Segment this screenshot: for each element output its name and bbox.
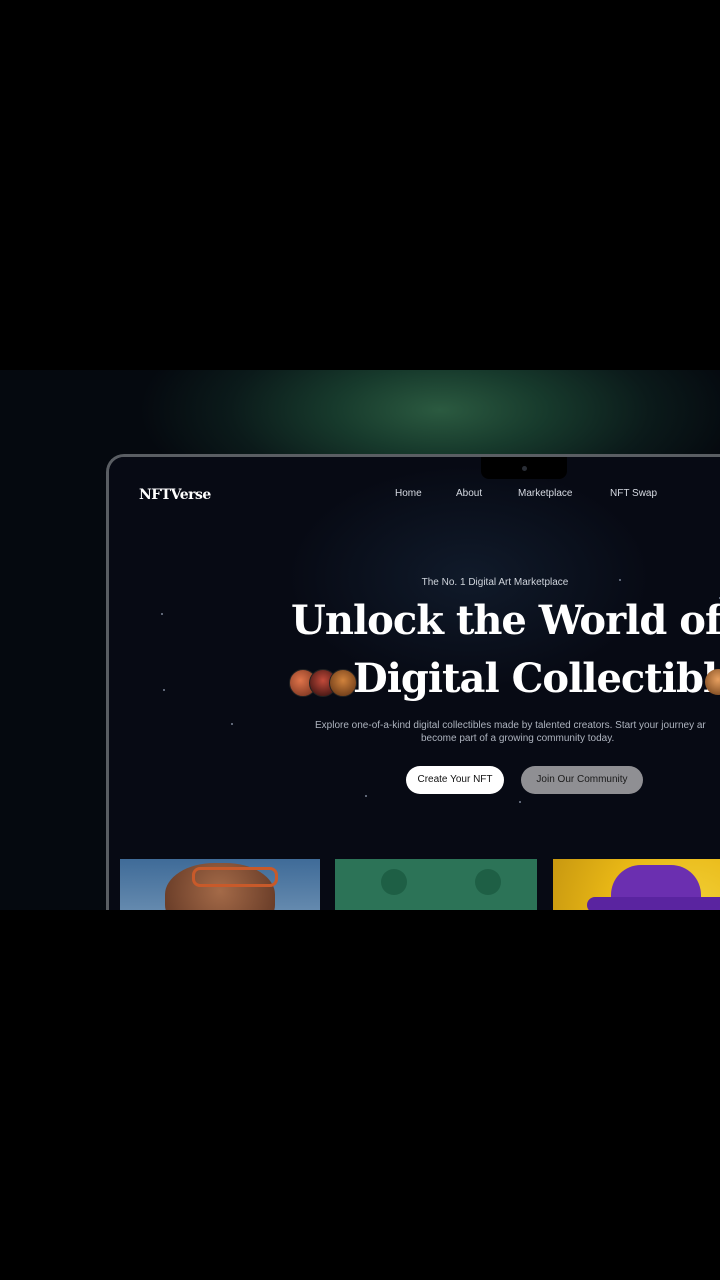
- camera-notch: [481, 457, 567, 479]
- laptop-screen: NFTVerse Home About Marketplace NFT Swap…: [109, 457, 720, 910]
- laptop-frame: NFTVerse Home About Marketplace NFT Swap…: [106, 454, 720, 910]
- avatar-group: [289, 669, 357, 697]
- nft-card-bear[interactable]: [335, 859, 537, 910]
- nav-about[interactable]: About: [456, 488, 482, 499]
- star-dot: [519, 801, 521, 803]
- bear-ear-icon: [475, 869, 501, 895]
- hero-tagline: The No. 1 Digital Art Marketplace: [421, 577, 569, 588]
- join-community-button[interactable]: Join Our Community: [521, 766, 643, 794]
- create-nft-button[interactable]: Create Your NFT: [406, 766, 504, 794]
- nav-nft-swap[interactable]: NFT Swap: [610, 488, 657, 499]
- hero-description-line1: Explore one-of-a-kind digital collectibl…: [315, 720, 706, 731]
- star-dot: [163, 689, 165, 691]
- hero-description: Explore one-of-a-kind digital collectibl…: [315, 719, 706, 745]
- brand-logo[interactable]: NFTVerse: [139, 487, 211, 503]
- star-dot: [365, 795, 367, 797]
- hero-headline-line2: Digital Collectibles: [353, 655, 720, 702]
- bear-ear-icon: [381, 869, 407, 895]
- hero-stage: NFTVerse Home About Marketplace NFT Swap…: [0, 370, 720, 910]
- camera-icon: [522, 466, 527, 471]
- nav-marketplace[interactable]: Marketplace: [518, 488, 572, 499]
- star-dot: [231, 723, 233, 725]
- hero-description-line2: become part of a growing community today…: [421, 733, 615, 744]
- nft-card-monkey[interactable]: [120, 859, 320, 910]
- hat-brim: [587, 897, 720, 910]
- nft-card-hat[interactable]: [553, 859, 720, 910]
- nav-home[interactable]: Home: [395, 488, 422, 499]
- star-dot: [161, 613, 163, 615]
- hero-headline-line1: Unlock the World of Rar: [291, 597, 720, 644]
- sunglasses-icon: [192, 867, 278, 887]
